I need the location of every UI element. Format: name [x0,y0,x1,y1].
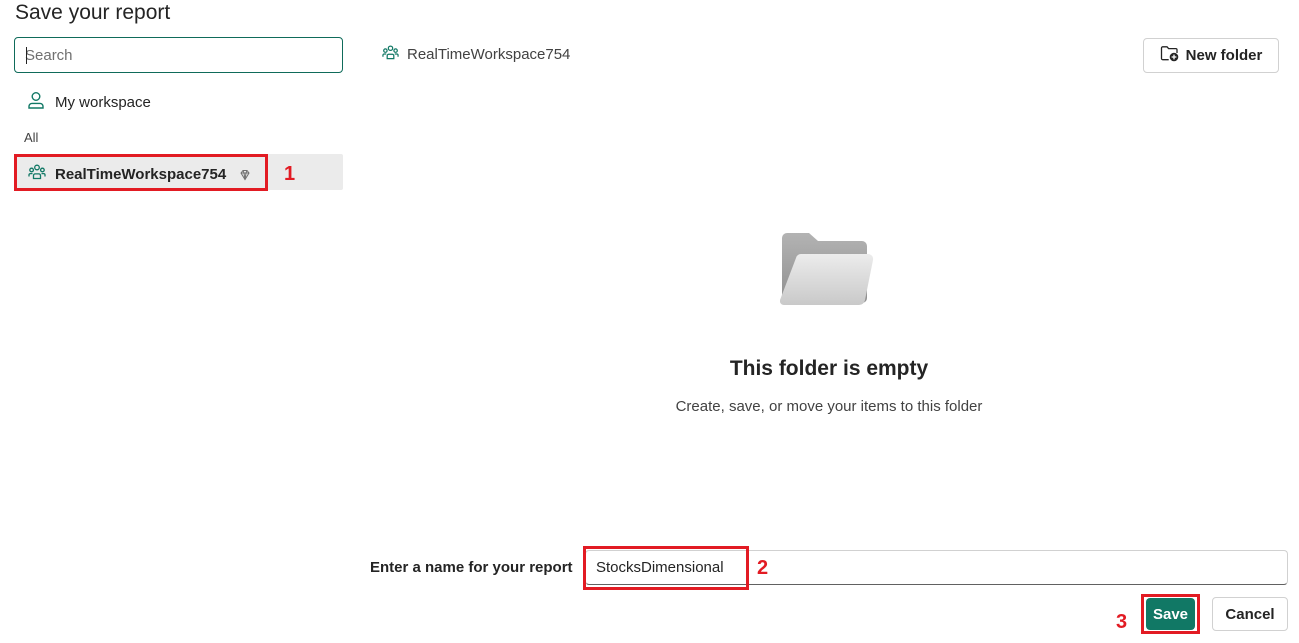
save-button[interactable]: Save [1146,598,1195,630]
people-team-icon [382,44,399,65]
workspace-item-label: RealTimeWorkspace754 [55,166,227,183]
section-label-all: All [24,130,39,145]
annotation-number-3: 3 [1116,611,1128,633]
premium-diamond-icon [239,169,251,181]
my-workspace-label: My workspace [55,93,151,111]
dialog-title: Save your report [15,1,171,24]
breadcrumb: RealTimeWorkspace754 [382,44,570,65]
annotation-number-1: 1 [284,163,296,185]
people-team-icon [28,163,46,186]
empty-state-subtitle: Create, save, or move your items to this… [675,398,983,415]
report-name-field[interactable] [585,550,1288,585]
empty-state-title: This folder is empty [729,357,929,380]
search-input[interactable] [15,38,342,72]
folder-add-icon [1160,45,1180,67]
cancel-button[interactable]: Cancel [1212,597,1288,631]
empty-folder-icon [779,230,878,313]
text-caret [26,47,27,64]
annotation-number-2: 2 [757,557,769,579]
new-folder-button[interactable]: New folder [1143,38,1279,73]
breadcrumb-label: RealTimeWorkspace754 [407,46,571,63]
search-box[interactable] [14,37,343,73]
new-folder-label: New folder [1185,47,1263,64]
my-workspace-item[interactable]: My workspace [26,90,151,114]
report-name-label: Enter a name for your report [370,559,573,576]
person-icon [26,90,46,114]
report-name-input[interactable] [586,551,1287,584]
